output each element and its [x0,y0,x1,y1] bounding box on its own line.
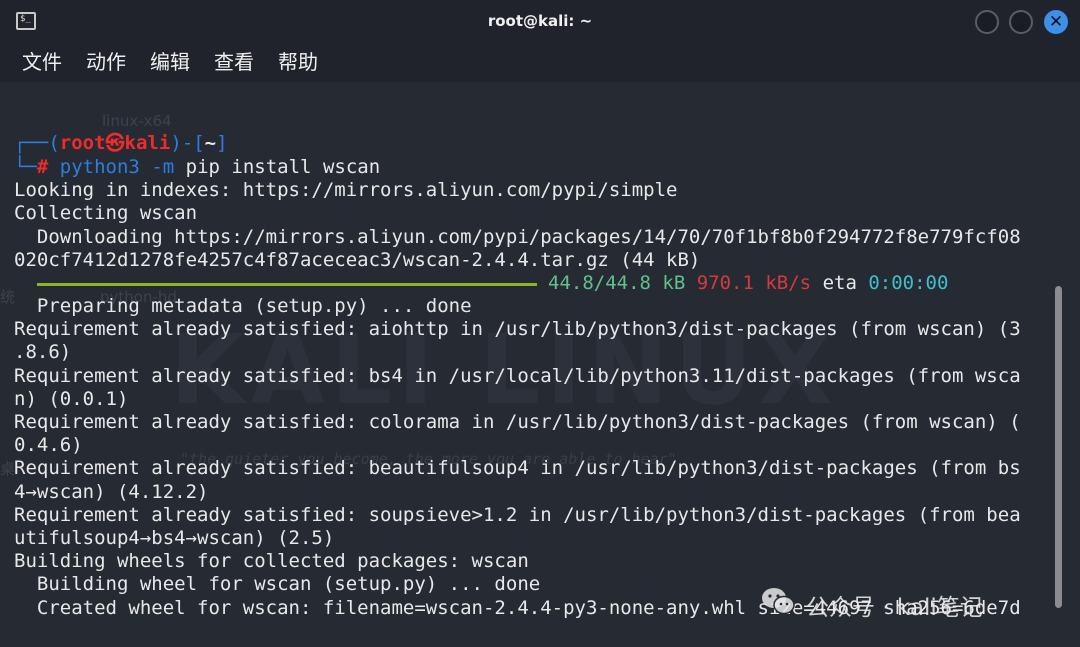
output-line: 020cf7412d1278fe4257c4f87aceceac3/wscan-… [14,249,701,271]
wechat-icon [762,588,795,615]
prompt-mid: )-[ [170,132,205,154]
minimize-button[interactable] [975,10,999,34]
cmd-rest: pip install wscan [185,156,381,178]
menu-actions[interactable]: 动作 [86,49,126,75]
output-line: 0.4.6) [14,434,83,456]
menu-bar: 文件 动作 编辑 查看 帮助 [0,44,1080,82]
desktop-label-desk: 桌 [0,460,16,478]
output-line: Preparing metadata (setup.py) ... done [14,295,472,317]
prompt-dir: ~ [204,132,217,154]
prompt-close: ] [216,132,228,154]
menu-file[interactable]: 文件 [22,49,62,75]
menu-view[interactable]: 查看 [214,49,254,75]
cmd-python: python3 [59,156,140,178]
close-icon: ✕ [1048,12,1064,32]
title-bar[interactable]: $_ root@kali: ~ ✕ [0,0,1080,44]
window-title: root@kali: ~ [487,12,593,30]
vertical-scrollbar[interactable] [1055,286,1062,608]
menu-help[interactable]: 帮助 [278,49,318,75]
desktop-label-linux: linux-x64 [102,112,172,130]
desktop-label-system: 统 [0,288,16,306]
download-progress-bar [37,283,537,286]
wechat-watermark: 公众号 · kali笔记 [760,582,1050,624]
prompt-line-1: ┌──(root㉿kali)-[~] [14,132,228,155]
menu-edit[interactable]: 编辑 [150,49,190,75]
close-button[interactable]: ✕ [1044,10,1068,34]
output-line: Looking in indexes: https://mirrors.aliy… [14,179,678,201]
terminal-output-area[interactable]: linux-x64 统 python-hd 桌 KALI LINUX "the … [0,82,1080,647]
output-line: Downloading https://mirrors.aliyun.com/p… [14,226,1021,248]
output-line: utifulsoup4→bs4→wscan) (2.5) [14,527,335,549]
maximize-button[interactable] [1009,10,1033,34]
prompt-host: kali [124,132,171,154]
output-line: Collecting wscan [14,202,198,224]
output-line: Requirement already satisfied: aiohttp i… [14,318,1021,340]
output-line: Requirement already satisfied: soupsieve… [14,504,1021,526]
prompt-hash: # [36,156,49,178]
output-line: Building wheel for wscan (setup.py) ... … [14,573,541,595]
output-line: Requirement already satisfied: bs4 in /u… [14,365,1021,387]
output-line: Building wheels for collected packages: … [14,550,529,572]
download-progress-stats: 44.8/44.8 kB 970.1 kB/s eta 0:00:00 [548,272,948,295]
output-line: .8.6) [14,341,72,363]
output-line: Requirement already satisfied: beautiful… [14,457,1021,479]
prompt-skull: ㉿ [105,132,125,154]
cmd-flag: -m [151,156,175,178]
progress-eta: 0:00:00 [868,272,949,294]
progress-eta-label: eta [822,272,857,294]
output-line: n) (0.0.1) [14,388,129,410]
wechat-watermark-text: 公众号 · kali笔记 [806,595,983,621]
prompt-open: ┌──( [14,132,60,154]
output-line: Requirement already satisfied: colorama … [14,411,1021,433]
prompt-second: └─ [14,156,37,178]
progress-size: 44.8/44.8 kB [548,272,686,294]
prompt-user: root [59,132,106,154]
output-line: 4→wscan) (4.12.2) [14,481,209,503]
prompt-line-2: └─# python3 -m pip install wscan [14,156,380,179]
terminal-window: $_ root@kali: ~ ✕ 文件 动作 编辑 查看 帮助 linux-x… [0,0,1080,647]
progress-speed: 970.1 kB/s [696,272,812,294]
